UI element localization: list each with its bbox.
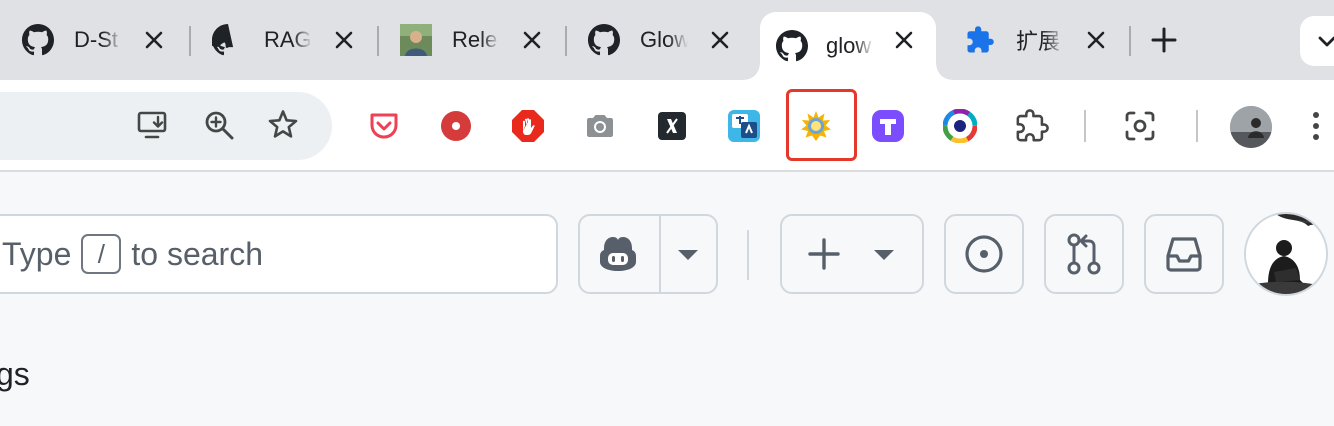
tab-extensions[interactable]: 扩展	[942, 12, 1130, 68]
issue-opened-icon	[965, 235, 1003, 273]
git-pull-request-icon	[1067, 233, 1101, 275]
issues-button[interactable]	[944, 214, 1024, 294]
adblock-icon[interactable]	[510, 108, 546, 144]
user-avatar[interactable]	[1244, 212, 1328, 296]
button-divider	[659, 216, 661, 292]
tab-separator	[1129, 26, 1131, 56]
header-separator	[747, 230, 749, 280]
tab-d-st[interactable]: D-St	[0, 12, 188, 68]
highlight-box	[786, 89, 857, 161]
search-suffix: to search	[131, 235, 263, 272]
page-heading-fragment: gs	[0, 356, 30, 392]
puzzle-extensions-icon[interactable]	[1014, 108, 1050, 144]
translator-icon[interactable]	[726, 108, 762, 144]
browser-toolbar	[0, 80, 1334, 172]
chevron-down-icon	[1318, 36, 1334, 47]
tab-title: Glow	[640, 27, 688, 52]
install-app-icon[interactable]	[136, 108, 170, 142]
plus-icon	[808, 238, 840, 270]
search-shortcut-key: /	[81, 234, 122, 274]
search-input[interactable]: Type / to search	[0, 214, 558, 294]
bookmark-star-icon[interactable]	[266, 108, 300, 142]
caret-down-icon[interactable]	[676, 248, 700, 262]
copilot-button-group	[578, 214, 718, 294]
tab-title: RAG	[264, 27, 312, 52]
close-icon[interactable]	[892, 28, 916, 52]
screenshot-lens-icon[interactable]	[1122, 108, 1158, 144]
tab-rele[interactable]: Rele	[378, 12, 566, 68]
search-prefix: Type	[2, 235, 72, 272]
notifications-inbox-button[interactable]	[1144, 214, 1224, 294]
tab-manager-icon[interactable]	[870, 108, 906, 144]
inbox-icon	[1166, 237, 1202, 272]
x-icon[interactable]	[654, 108, 690, 144]
color-wheel-icon[interactable]	[942, 108, 978, 144]
close-icon[interactable]	[332, 28, 356, 52]
profile-photo-icon	[400, 24, 432, 56]
tab-title: Rele	[452, 27, 498, 52]
pull-requests-button[interactable]	[1044, 214, 1124, 294]
tab-strip: D-St RAG Rele Glow glow 扩展	[0, 0, 1334, 80]
address-bar[interactable]	[0, 92, 332, 160]
tab-title: D-St	[74, 27, 118, 52]
menu-icon[interactable]	[1306, 108, 1326, 144]
tab-glow-active[interactable]: glow	[744, 12, 952, 80]
close-icon[interactable]	[142, 28, 166, 52]
zoom-icon[interactable]	[202, 108, 236, 142]
caret-down-icon	[874, 250, 894, 260]
close-icon[interactable]	[708, 28, 732, 52]
toolbar-separator	[1084, 110, 1086, 142]
github-icon	[212, 24, 244, 56]
tab-rag[interactable]: RAG	[190, 12, 378, 68]
tab-title: glow	[826, 33, 872, 58]
create-new-button[interactable]	[780, 214, 924, 294]
toolbar-separator	[1196, 110, 1198, 142]
tab-glow[interactable]: Glow	[566, 12, 754, 68]
github-icon	[776, 30, 808, 62]
profile-avatar[interactable]	[1230, 106, 1272, 148]
camera-icon[interactable]	[582, 108, 618, 144]
close-icon[interactable]	[1084, 28, 1108, 52]
puzzle-icon	[964, 24, 996, 56]
github-icon	[22, 24, 54, 56]
tab-search-button[interactable]	[1300, 16, 1334, 66]
tab-title: 扩展	[1016, 29, 1061, 54]
github-icon	[588, 24, 620, 56]
close-icon[interactable]	[520, 28, 544, 52]
copilot-icon[interactable]	[596, 234, 640, 274]
record-icon[interactable]	[438, 108, 474, 144]
pocket-icon[interactable]	[366, 108, 402, 144]
new-tab-plus-icon[interactable]	[1146, 22, 1182, 58]
github-header: Type / to search gs	[0, 174, 1334, 426]
